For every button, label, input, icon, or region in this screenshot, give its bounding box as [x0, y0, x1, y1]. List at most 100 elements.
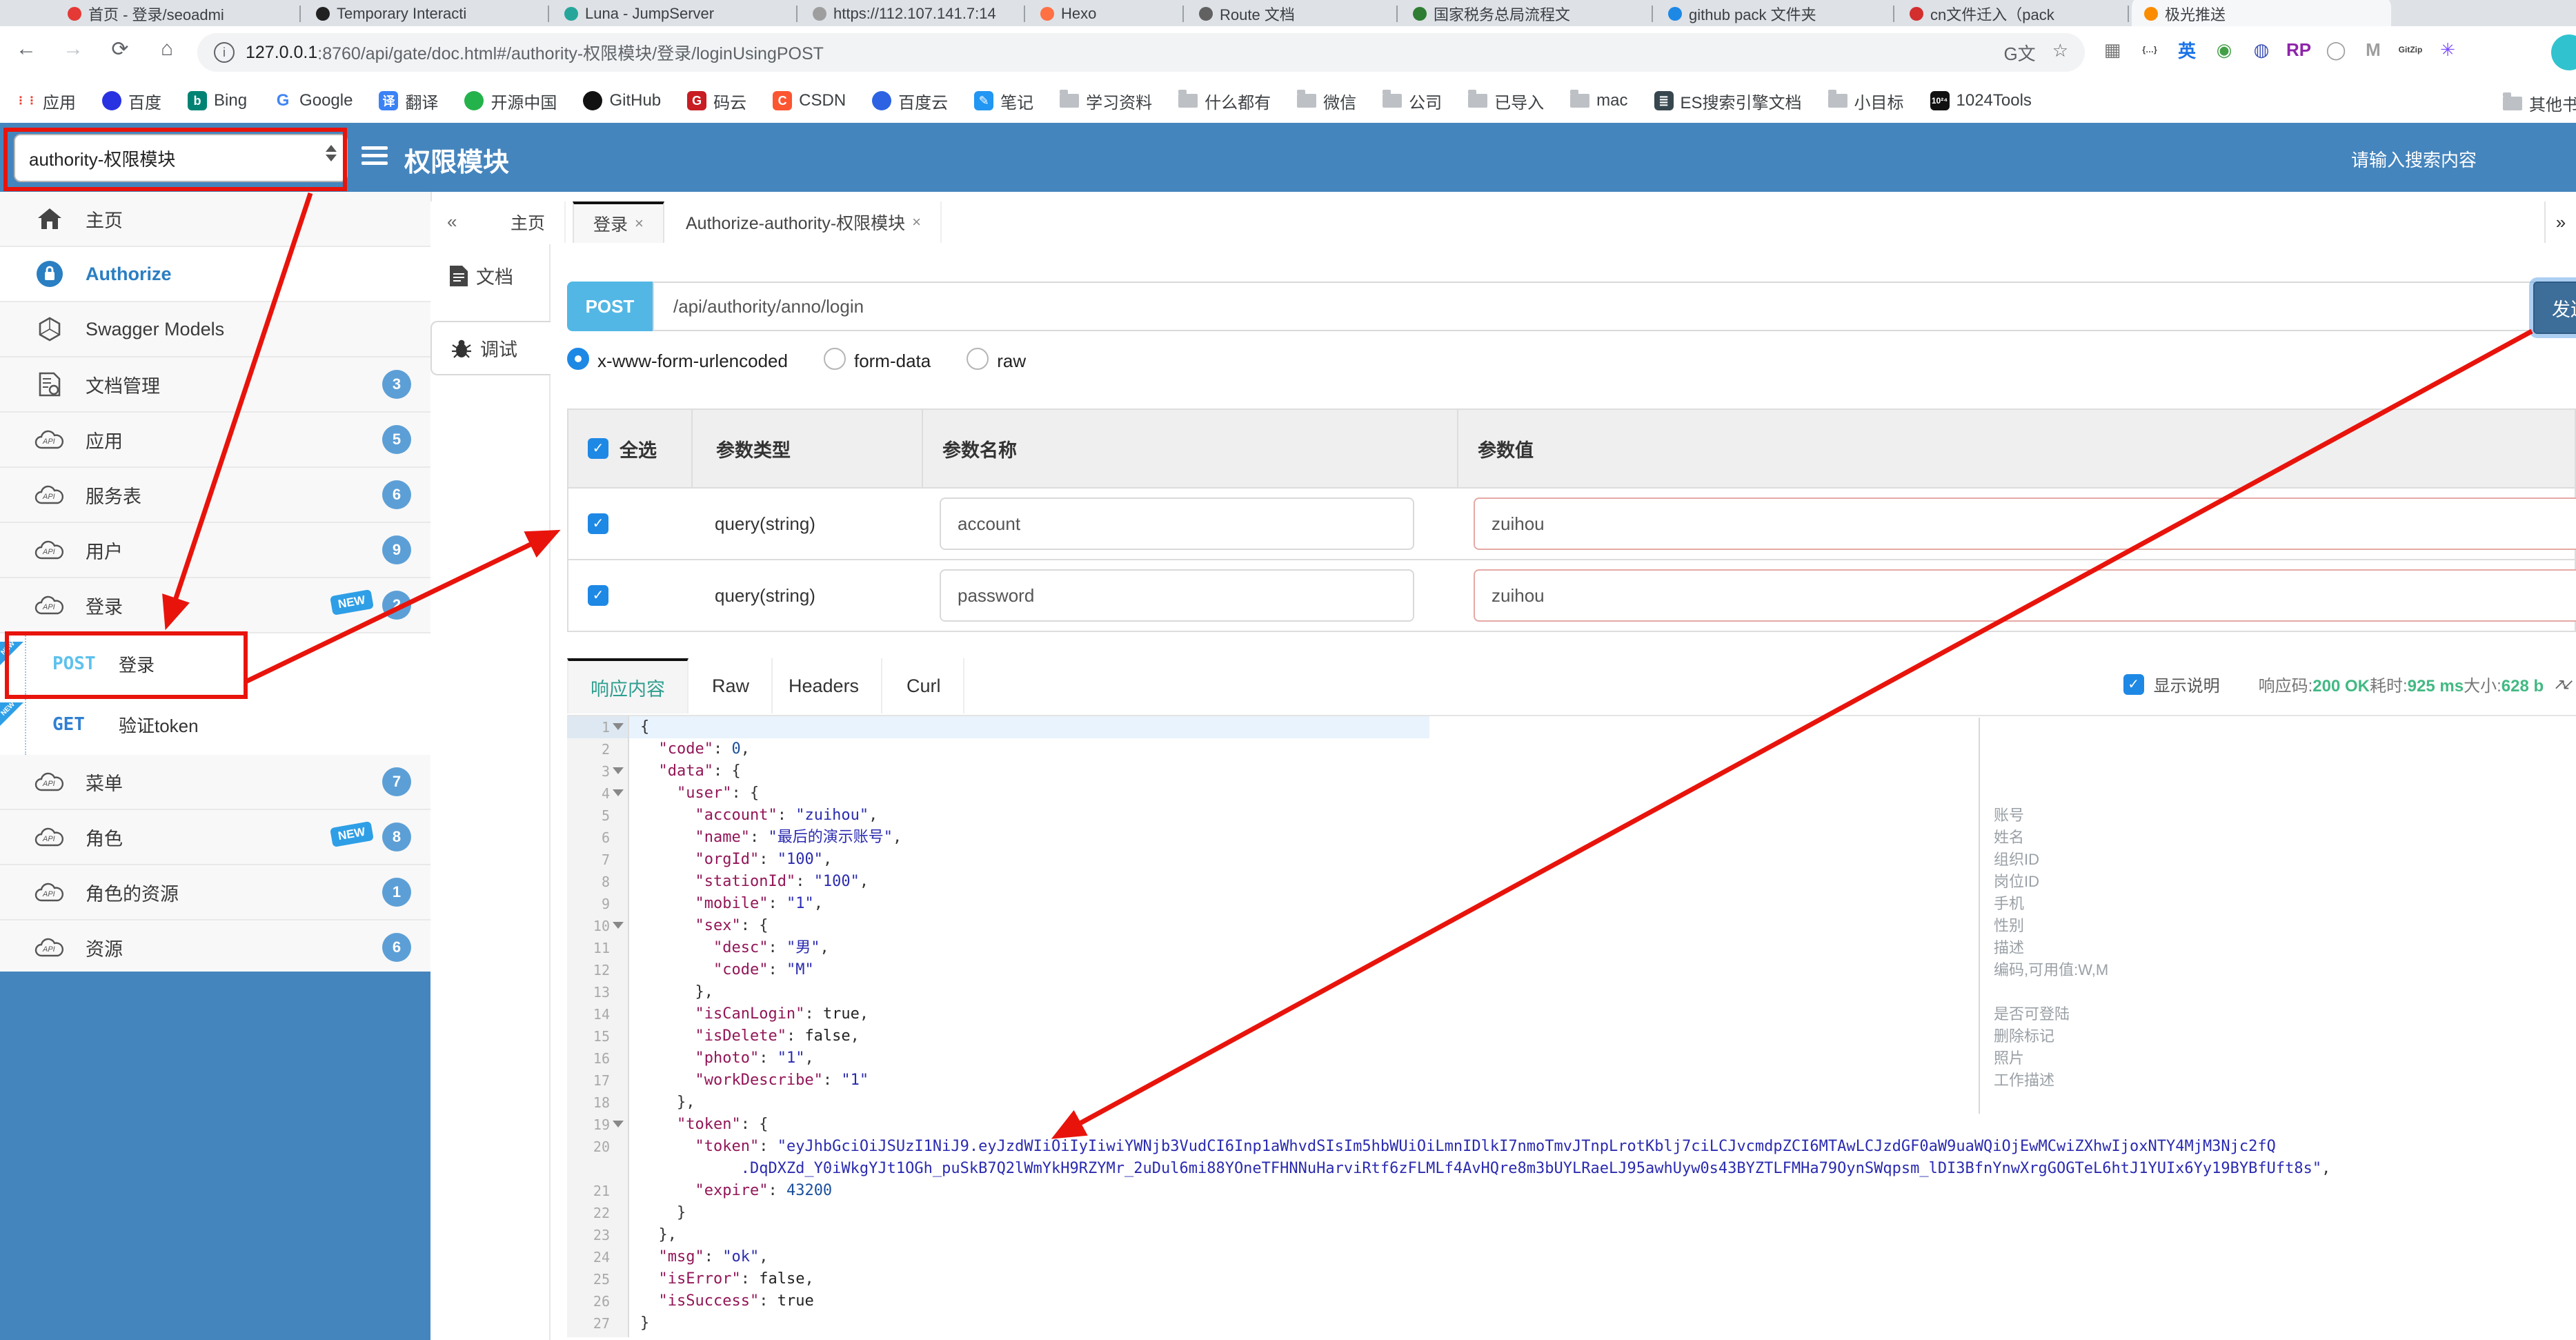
expand-icon[interactable]: ↗↙ [2553, 676, 2575, 693]
site-info-icon[interactable]: i [214, 42, 235, 63]
param-name-input[interactable]: account [940, 497, 1414, 550]
profile-avatar[interactable] [2551, 35, 2576, 70]
fold-arrow-icon[interactable] [613, 767, 624, 774]
code-token: false [759, 1270, 805, 1288]
other-bookmarks[interactable]: 其他书签 [2503, 91, 2576, 115]
bookmark-item[interactable]: G 码云 [687, 89, 746, 113]
sidebar-item-Authorize[interactable]: Authorize [0, 247, 430, 302]
side-tab-文档[interactable]: 文档 [430, 250, 549, 302]
bookmark-item[interactable]: 译翻译 [379, 89, 438, 113]
menu-toggle-icon[interactable] [361, 146, 388, 166]
reload-icon[interactable]: ⟳ [105, 37, 135, 61]
extension-icon[interactable]: ◍ [2249, 37, 2274, 62]
sidebar-item-角色[interactable]: API 角色 NEW 8 [0, 810, 430, 865]
sidebar-item-用户[interactable]: API 用户 9 [0, 523, 430, 578]
fold-arrow-icon[interactable] [613, 922, 624, 929]
workspace-tab-Authorize-authority-权限模块[interactable]: Authorize-authority-权限模块 × [666, 201, 942, 243]
param-checkbox[interactable]: ✓ [588, 585, 608, 606]
close-tab-icon[interactable]: × [635, 215, 644, 233]
browser-tab[interactable]: Temporary Interacti [304, 0, 570, 26]
sidebar-item-Swagger Models[interactable]: Swagger Models [0, 302, 430, 357]
browser-tab[interactable]: Luna - JumpServer [552, 0, 818, 26]
extension-icon[interactable]: M [2361, 37, 2386, 62]
extension-icon[interactable]: ✳ [2435, 37, 2460, 62]
browser-tab[interactable]: cn文件迁入（pack [1897, 0, 2150, 26]
bookmark-item[interactable]: G Google [273, 91, 353, 110]
extension-icon[interactable]: ▦ [2100, 37, 2125, 62]
sidebar-item-应用[interactable]: API 应用 5 [0, 413, 430, 468]
browser-tab[interactable]: 极光推送 [2132, 0, 2391, 26]
request-url-input[interactable]: /api/authority/anno/login [653, 282, 2551, 331]
close-tab-icon[interactable]: × [912, 213, 921, 231]
side-tab-调试[interactable]: 调试 [430, 321, 552, 375]
browser-tab[interactable]: github pack 文件夹 [1656, 0, 1915, 26]
body-mode-form-data[interactable]: form-data [823, 348, 931, 372]
module-select[interactable]: authority-权限模块 [14, 134, 348, 182]
response-tab-Curl[interactable]: Curl [884, 658, 964, 713]
bookmark-item[interactable]: ⋮⋮ 应用 [15, 89, 76, 113]
extension-icon[interactable]: 英 [2174, 37, 2199, 62]
bookmark-item[interactable]: ✎ 笔记 [974, 89, 1033, 113]
extension-icon[interactable]: GitZip [2398, 37, 2423, 62]
browser-tab[interactable]: Route 文档 [1187, 0, 1418, 26]
response-tab-Raw[interactable]: Raw [690, 658, 773, 713]
sidebar-item-资源[interactable]: API 资源 6 [0, 920, 430, 976]
response-tab-Headers[interactable]: Headers [766, 658, 883, 713]
bookmark-item[interactable]: 百度云 [872, 89, 948, 113]
bookmark-item[interactable]: 微信 [1297, 89, 1356, 113]
sidebar-item-文档管理[interactable]: 文档管理 3 [0, 357, 430, 413]
sidebar-item-登录[interactable]: API 登录 NEW 2 [0, 578, 430, 633]
select-all-checkbox[interactable]: ✓ [588, 438, 608, 459]
workspace-tab-主页[interactable]: 主页 [491, 201, 566, 243]
translate-icon[interactable]: G文 [2003, 40, 2035, 66]
param-checkbox[interactable]: ✓ [588, 513, 608, 534]
collapse-sidebar-icon[interactable]: « [447, 211, 457, 233]
fold-arrow-icon[interactable] [613, 723, 624, 730]
home-icon[interactable]: ⌂ [152, 37, 182, 61]
sidebar-item-角色的资源[interactable]: API 角色的资源 1 [0, 865, 430, 920]
body-mode-x-www-form-urlencoded[interactable]: x-www-form-urlencoded [567, 348, 788, 372]
bookmark-item[interactable]: b Bing [188, 91, 247, 110]
extension-icon[interactable]: {…} [2137, 37, 2162, 62]
show-desc-checkbox[interactable]: ✓ [2123, 673, 2144, 695]
browser-tab[interactable]: 首页 - 登录/seoadmi [55, 0, 321, 26]
bookmark-item[interactable]: 百度 [102, 89, 161, 113]
workspace-tab-登录[interactable]: 登录 × [573, 201, 664, 243]
more-tabs-icon[interactable]: » [2544, 201, 2576, 243]
forward-icon[interactable]: → [58, 37, 88, 61]
param-value-input[interactable]: zuihou [1474, 497, 2576, 550]
fold-arrow-icon[interactable] [613, 789, 624, 796]
bookmark-item[interactable]: GitHub [583, 91, 661, 110]
bookmark-item[interactable]: 开源中国 [464, 89, 557, 113]
back-icon[interactable]: ← [11, 37, 41, 61]
browser-tab[interactable]: Hexo [1028, 0, 1205, 26]
param-name-input[interactable]: password [940, 569, 1414, 622]
send-button[interactable]: 发送 [2533, 282, 2576, 334]
bookmark-item[interactable]: 什么都有 [1178, 89, 1271, 113]
header-search-input[interactable]: 请输入搜索内容 [2351, 146, 2477, 172]
sidebar-item-服务表[interactable]: API 服务表 6 [0, 468, 430, 523]
bookmark-item[interactable]: 小目标 [1827, 89, 1904, 113]
browser-tab[interactable]: https://112.107.141.7:14 [800, 0, 1046, 26]
bookmark-item[interactable]: 10²⁴ 1024Tools [1930, 91, 2032, 110]
extension-icon[interactable]: ◯ [2324, 37, 2348, 62]
sidebar-subitem-登录[interactable]: NEW POST 登录 [0, 633, 430, 694]
param-value-input[interactable]: zuihou [1474, 569, 2576, 622]
sidebar-subitem-验证token[interactable]: NEW GET 验证token [0, 694, 430, 755]
address-bar[interactable]: i 127.0.0.1 :8760/api/gate/doc.html#/aut… [197, 33, 2085, 72]
sidebar-item-主页[interactable]: 主页 [0, 192, 430, 247]
bookmark-item[interactable]: C CSDN [773, 91, 846, 110]
response-tab-响应内容[interactable]: 响应内容 [567, 658, 688, 713]
bookmark-item[interactable]: 已导入 [1468, 89, 1544, 113]
extension-icon[interactable]: ◉ [2212, 37, 2237, 62]
body-mode-raw[interactable]: raw [967, 348, 1026, 372]
bookmark-item[interactable]: 学习资料 [1060, 89, 1152, 113]
bookmark-item[interactable]: mac [1570, 90, 1628, 110]
bookmark-item[interactable]: 公司 [1383, 89, 1442, 113]
sidebar-item-菜单[interactable]: API 菜单 7 [0, 755, 430, 810]
browser-tab[interactable]: 国家税务总局流程文 [1400, 0, 1674, 26]
extension-icon[interactable]: RP [2286, 37, 2311, 62]
bookmark-star-icon[interactable]: ☆ [2052, 40, 2068, 66]
bookmark-item[interactable]: ≣ ES搜索引擎文档 [1654, 89, 1802, 113]
fold-arrow-icon[interactable] [613, 1121, 624, 1127]
